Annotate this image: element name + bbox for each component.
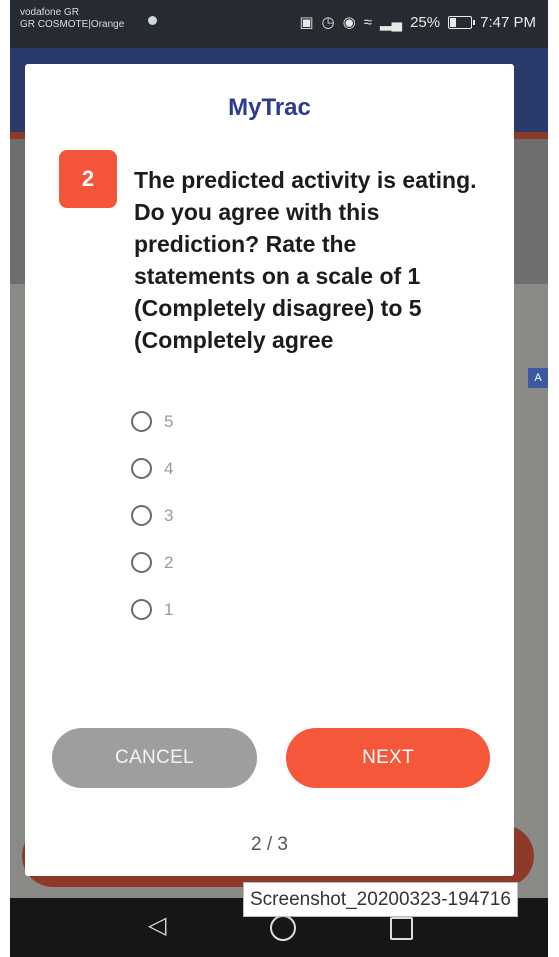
map-marker-label: A bbox=[528, 368, 548, 388]
status-bar: vodafone GR GR COSMOTE|Orange ▣ ◷ ◉ ≈ ▂▄… bbox=[10, 0, 548, 48]
question-text: The predicted activity is eating. Do you… bbox=[134, 167, 477, 353]
rating-options: 5 4 3 2 1 bbox=[131, 398, 173, 633]
option-label: 1 bbox=[164, 599, 174, 619]
wifi-icon: ≈ bbox=[363, 13, 372, 31]
dialog-title: MyTrac bbox=[228, 94, 311, 121]
carrier-line-2: GR COSMOTE|Orange bbox=[20, 19, 125, 30]
survey-dialog: MyTrac 2 The predicted activity is eatin… bbox=[25, 64, 514, 876]
signal-icon: ▂▄ bbox=[379, 14, 403, 31]
home-icon[interactable] bbox=[270, 915, 296, 941]
battery-percent: 25% bbox=[410, 13, 441, 31]
clock: 7:47 PM bbox=[480, 13, 536, 31]
notification-icon bbox=[148, 16, 157, 25]
radio-button[interactable] bbox=[131, 458, 152, 479]
question-number-badge: 2 bbox=[59, 150, 117, 208]
rating-option-2[interactable]: 2 bbox=[131, 539, 173, 586]
rating-option-1[interactable]: 1 bbox=[131, 586, 173, 633]
alarm-icon: ◷ bbox=[321, 14, 335, 31]
carrier-line-1: vodafone GR bbox=[20, 7, 79, 18]
radio-button[interactable] bbox=[131, 599, 152, 620]
radio-button[interactable] bbox=[131, 552, 152, 573]
nfc-icon: ▣ bbox=[299, 14, 314, 31]
option-label: 2 bbox=[164, 552, 174, 572]
rating-option-3[interactable]: 3 bbox=[131, 492, 173, 539]
rating-option-5[interactable]: 5 bbox=[131, 398, 173, 445]
battery-icon bbox=[448, 15, 476, 29]
next-button[interactable]: NEXT bbox=[286, 728, 490, 788]
back-icon[interactable]: ◁ bbox=[148, 912, 166, 940]
option-label: 4 bbox=[164, 458, 174, 478]
rating-option-4[interactable]: 4 bbox=[131, 445, 173, 492]
status-icons: ▣ ◷ ◉ ≈ ▂▄ 25% 7:47 PM bbox=[299, 13, 536, 32]
radio-button[interactable] bbox=[131, 411, 152, 432]
carrier-info: vodafone GR GR COSMOTE|Orange bbox=[20, 7, 124, 31]
option-label: 5 bbox=[164, 411, 174, 431]
cancel-button[interactable]: CANCEL bbox=[52, 728, 257, 788]
eye-icon: ◉ bbox=[342, 14, 356, 31]
recent-apps-icon[interactable] bbox=[390, 917, 413, 940]
screenshot-caption: Screenshot_20200323-194716 bbox=[243, 882, 518, 917]
option-label: 3 bbox=[164, 505, 174, 525]
page-indicator: 2 / 3 bbox=[251, 834, 288, 855]
radio-button[interactable] bbox=[131, 505, 152, 526]
